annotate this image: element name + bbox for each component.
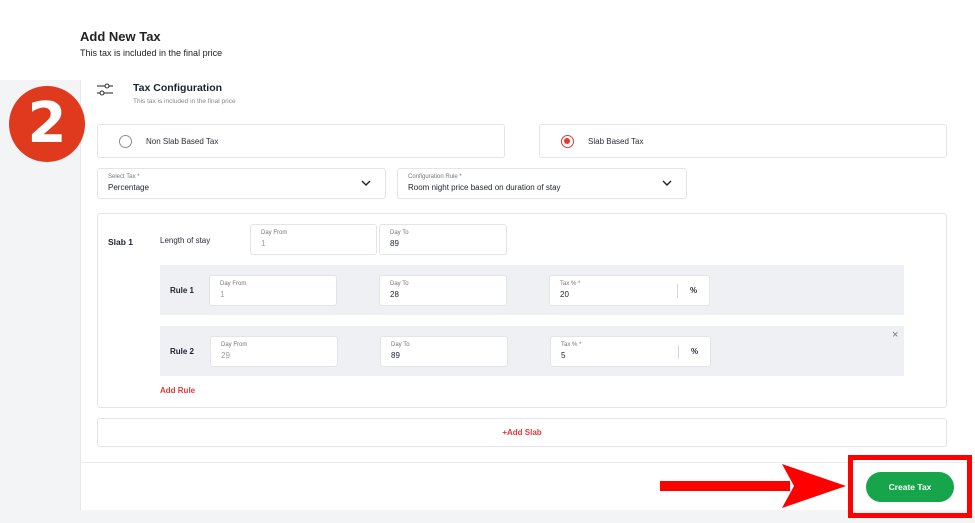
field-value: 28 xyxy=(390,290,399,299)
field-label: Tax % * xyxy=(560,281,581,287)
slab-name: Slab 1 xyxy=(108,237,134,247)
configuration-rule-dropdown[interactable]: Configuration Rule * Room night price ba… xyxy=(397,168,687,199)
tax-configuration-subtitle: This tax is included in the final price xyxy=(133,98,236,105)
slab-based-tax-option[interactable]: Slab Based Tax xyxy=(539,124,947,158)
sliders-icon xyxy=(97,83,113,96)
divider xyxy=(677,284,678,298)
chevron-down-icon xyxy=(361,180,371,186)
field-label: Day To xyxy=(390,281,409,287)
page-subtitle: This tax is included in the final price xyxy=(80,48,223,58)
field-value: 5 xyxy=(561,351,566,360)
field-label: Day To xyxy=(390,230,409,236)
field-value: 29 xyxy=(221,351,230,360)
non-slab-radio[interactable] xyxy=(119,135,132,148)
rule-name: Rule 2 xyxy=(170,347,195,356)
rule-tax-percent-input[interactable]: Tax % * 5 % xyxy=(550,336,711,367)
field-value: 1 xyxy=(220,290,225,299)
field-value: 20 xyxy=(560,290,569,299)
field-label: Day From xyxy=(261,230,288,236)
rule-tax-percent-input[interactable]: Tax % * 20 % xyxy=(549,275,710,306)
add-rule-link[interactable]: Add Rule xyxy=(160,386,195,395)
create-tax-button[interactable]: Create Tax xyxy=(866,472,954,502)
slab-label: Slab Based Tax xyxy=(588,137,644,146)
divider xyxy=(678,345,679,359)
non-slab-based-tax-option[interactable]: Non Slab Based Tax xyxy=(97,124,505,158)
rule-name: Rule 1 xyxy=(170,286,195,295)
select-tax-dropdown[interactable]: Select Tax * Percentage xyxy=(97,168,386,199)
page-header: Add New Tax This tax is included in the … xyxy=(80,29,222,58)
add-slab-button[interactable]: +Add Slab xyxy=(97,418,947,447)
page-title: Add New Tax xyxy=(80,29,161,44)
field-value: 1 xyxy=(261,239,266,248)
configuration-rule-label: Configuration Rule * xyxy=(408,174,462,180)
rule-day-from-input[interactable]: Day From 1 xyxy=(209,275,337,306)
field-label: Day To xyxy=(391,342,410,348)
step-number-badge: 2 xyxy=(9,86,85,162)
slab-radio[interactable] xyxy=(561,135,574,148)
select-tax-label: Select Tax * xyxy=(108,174,140,180)
field-value: 89 xyxy=(390,239,399,248)
rule-day-to-input[interactable]: Day To 89 xyxy=(380,336,508,367)
select-tax-value: Percentage xyxy=(108,183,149,192)
remove-rule-close-icon[interactable]: × xyxy=(892,330,898,341)
slab-day-from-input[interactable]: Day From 1 xyxy=(250,224,377,255)
non-slab-label: Non Slab Based Tax xyxy=(146,137,219,146)
configuration-rule-value: Room night price based on duration of st… xyxy=(408,183,561,192)
chevron-down-icon xyxy=(662,180,672,186)
field-label: Day From xyxy=(221,342,248,348)
slab-day-to-input[interactable]: Day To 89 xyxy=(379,224,507,255)
length-of-stay-label: Length of stay xyxy=(160,236,211,245)
rule-day-to-input[interactable]: Day To 28 xyxy=(379,275,507,306)
arrow-right-icon xyxy=(660,464,846,508)
rule-day-from-input[interactable]: Day From 29 xyxy=(210,336,338,367)
field-value: 89 xyxy=(391,351,400,360)
field-label: Day From xyxy=(220,281,247,287)
field-label: Tax % * xyxy=(561,342,582,348)
tax-configuration-title: Tax Configuration xyxy=(133,82,223,94)
percent-unit: % xyxy=(690,286,698,295)
percent-unit: % xyxy=(691,347,699,356)
